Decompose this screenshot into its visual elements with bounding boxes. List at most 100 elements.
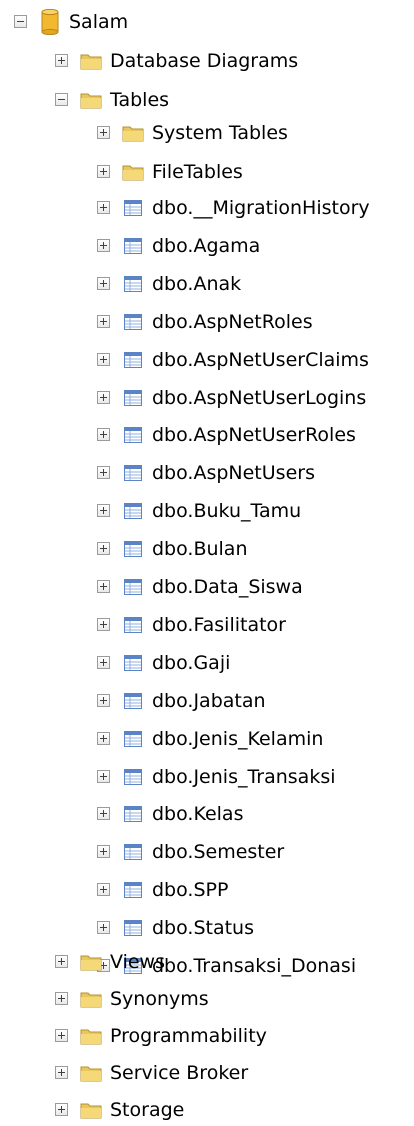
tree-node-table[interactable]: dbo.Gaji	[97, 646, 230, 679]
expand-toggle[interactable]	[55, 54, 68, 67]
tree-node-label: dbo.SPP	[152, 878, 229, 901]
tree-node-label: Programmability	[110, 1024, 267, 1047]
table-icon	[124, 768, 142, 785]
table-icon	[124, 881, 142, 898]
tree-node-label: dbo.Jenis_Transaksi	[152, 765, 336, 788]
expand-toggle[interactable]	[97, 201, 110, 214]
folder-icon	[80, 54, 102, 69]
expand-toggle[interactable]	[97, 165, 110, 178]
expand-toggle[interactable]	[97, 618, 110, 631]
expand-toggle[interactable]	[97, 921, 110, 934]
table-icon	[124, 351, 142, 368]
expand-toggle[interactable]	[97, 694, 110, 707]
tree-node-table[interactable]: dbo.Agama	[97, 229, 260, 262]
expand-toggle[interactable]	[55, 955, 68, 968]
folder-icon	[80, 93, 102, 108]
tree-node-tables[interactable]: Tables	[55, 83, 169, 116]
tree-node-table[interactable]: dbo.AspNetUsers	[97, 456, 315, 489]
tree-node-table[interactable]: dbo.Jenis_Kelamin	[97, 722, 323, 755]
tree-node-label: Views	[110, 950, 165, 973]
tree-node-folder[interactable]: Programmability	[55, 1019, 267, 1052]
tree-node-folder[interactable]: Storage	[55, 1093, 184, 1126]
table-icon	[124, 237, 142, 254]
tree-node-label: FileTables	[152, 160, 243, 183]
expand-toggle[interactable]	[97, 542, 110, 555]
tree-node-table[interactable]: dbo.Buku_Tamu	[97, 494, 301, 527]
tree-node-table[interactable]: dbo.Status	[97, 911, 254, 944]
tree-node-table[interactable]: dbo.Jenis_Transaksi	[97, 760, 336, 793]
tree-node-table[interactable]: dbo.Fasilitator	[97, 608, 286, 641]
tree-node-folder[interactable]: Views	[55, 945, 165, 978]
expand-toggle[interactable]	[55, 1029, 68, 1042]
expand-toggle[interactable]	[55, 992, 68, 1005]
tree-node-label: dbo.AspNetUserRoles	[152, 423, 356, 446]
tree-node-label: dbo.Jabatan	[152, 689, 266, 712]
expand-toggle[interactable]	[97, 391, 110, 404]
expand-toggle[interactable]	[55, 1103, 68, 1116]
tree-node-label: dbo.Jenis_Kelamin	[152, 727, 324, 750]
tree-node-table[interactable]: dbo.Semester	[97, 835, 284, 868]
table-icon	[124, 692, 142, 709]
tree-node-table[interactable]: dbo.Data_Siswa	[97, 570, 303, 603]
expand-toggle[interactable]	[97, 504, 110, 517]
folder-icon	[80, 955, 102, 970]
tree-node-label: dbo.Anak	[152, 272, 242, 295]
tree-node-table[interactable]: dbo.Bulan	[97, 532, 248, 565]
tree-node-database-diagrams[interactable]: Database Diagrams	[55, 44, 298, 77]
tree-node-folder[interactable]: Service Broker	[55, 1056, 248, 1089]
table-icon	[124, 502, 142, 519]
folder-icon	[122, 165, 144, 180]
expand-toggle[interactable]	[97, 277, 110, 290]
expand-toggle[interactable]	[97, 580, 110, 593]
table-icon	[124, 464, 142, 481]
tree-node-table[interactable]: dbo.Anak	[97, 267, 241, 300]
tree-node-label: Service Broker	[110, 1061, 249, 1084]
expand-toggle[interactable]	[97, 883, 110, 896]
tree-node-label: dbo.Status	[152, 916, 254, 939]
tree-node-label: dbo.Bulan	[152, 537, 248, 560]
tree-node-table[interactable]: dbo.AspNetUserRoles	[97, 418, 356, 451]
tree-node-table[interactable]: dbo.__MigrationHistory	[97, 191, 370, 224]
tree-node-label: dbo.__MigrationHistory	[152, 196, 370, 219]
tree-node-label: dbo.Transaksi_Donasi	[152, 954, 357, 977]
tree-node-table[interactable]: dbo.AspNetUserLogins	[97, 381, 366, 414]
tree-node-label: dbo.Kelas	[152, 802, 244, 825]
expand-toggle[interactable]	[55, 1066, 68, 1079]
collapse-toggle[interactable]	[55, 93, 68, 106]
expand-toggle[interactable]	[97, 807, 110, 820]
collapse-toggle[interactable]	[14, 15, 27, 28]
tree-node-table[interactable]: dbo.AspNetUserClaims	[97, 343, 369, 376]
expand-toggle[interactable]	[97, 770, 110, 783]
folder-icon	[80, 992, 102, 1007]
tree-node-database[interactable]: Salam	[14, 5, 128, 38]
table-icon	[124, 199, 142, 216]
tree-node-table[interactable]: dbo.SPP	[97, 873, 228, 906]
tree-node-table[interactable]: dbo.Jabatan	[97, 684, 266, 717]
tree-node-label: Storage	[110, 1098, 185, 1121]
expand-toggle[interactable]	[97, 466, 110, 479]
tree-node-table[interactable]: dbo.Kelas	[97, 797, 243, 830]
tree-node-table[interactable]: dbo.AspNetRoles	[97, 305, 313, 338]
tree-node-filetables[interactable]: FileTables	[97, 155, 243, 188]
expand-toggle[interactable]	[97, 353, 110, 366]
tree-node-label: Synonyms	[110, 987, 209, 1010]
expand-toggle[interactable]	[97, 126, 110, 139]
table-icon	[124, 919, 142, 936]
tree-node-label: dbo.Buku_Tamu	[152, 499, 302, 522]
expand-toggle[interactable]	[97, 732, 110, 745]
tree-node-label: dbo.AspNetUsers	[152, 461, 315, 484]
expand-toggle[interactable]	[97, 428, 110, 441]
expand-toggle[interactable]	[97, 315, 110, 328]
table-icon	[124, 578, 142, 595]
tree-node-label: Database Diagrams	[110, 49, 299, 72]
tree-node-label: dbo.AspNetRoles	[152, 310, 313, 333]
database-icon	[41, 8, 59, 35]
expand-toggle[interactable]	[97, 239, 110, 252]
tree-node-label: dbo.AspNetUserClaims	[152, 348, 369, 371]
folder-icon	[80, 1066, 102, 1081]
expand-toggle[interactable]	[97, 845, 110, 858]
table-icon	[124, 275, 142, 292]
expand-toggle[interactable]	[97, 656, 110, 669]
tree-node-system-tables[interactable]: System Tables	[97, 116, 288, 149]
tree-node-folder[interactable]: Synonyms	[55, 982, 209, 1015]
